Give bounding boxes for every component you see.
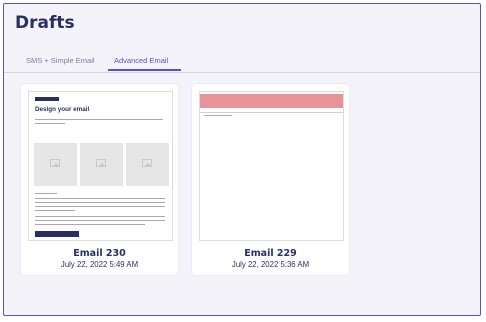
draft-card-email-230[interactable]: Design your email Email 230 July 22, 202… [21, 84, 178, 275]
preview-image-placeholder [126, 143, 169, 186]
preview-divider [200, 112, 343, 113]
active-tab-indicator [108, 69, 181, 71]
preview-text-line [35, 224, 145, 225]
image-icon [50, 159, 60, 167]
preview-image-placeholder [34, 143, 77, 186]
preview-banner [200, 94, 343, 108]
preview-text-line [35, 123, 65, 124]
preview-image-placeholder [80, 143, 123, 186]
preview-text-line [35, 220, 165, 221]
page-title: Drafts [15, 13, 75, 33]
draft-card-email-229[interactable]: Email 229 July 22, 2022 5:36 AM [192, 84, 349, 275]
email-preview-thumbnail [199, 91, 344, 241]
tab-advanced-email[interactable]: Advanced Email [114, 56, 168, 65]
preview-heading: Design your email [35, 106, 90, 113]
tab-bar: SMS + Simple Email Advanced Email [4, 50, 480, 73]
image-icon [142, 159, 152, 167]
preview-text-line [35, 198, 165, 199]
preview-top-bar [35, 97, 59, 101]
image-icon [96, 159, 106, 167]
preview-text-line [35, 216, 165, 217]
preview-text-line [35, 202, 165, 203]
tab-sms-simple-email[interactable]: SMS + Simple Email [26, 56, 95, 65]
draft-name: Email 229 [244, 248, 297, 259]
preview-text-line [35, 193, 57, 194]
preview-text-line [35, 119, 163, 120]
preview-text-line [204, 115, 232, 116]
draft-date: July 22, 2022 5:49 AM [60, 260, 139, 269]
preview-text-line [35, 206, 165, 207]
preview-cta-button [35, 231, 79, 237]
draft-date: July 22, 2022 5:36 AM [231, 260, 310, 269]
draft-name: Email 230 [73, 248, 126, 259]
drafts-panel: Drafts SMS + Simple Email Advanced Email… [3, 3, 481, 316]
email-preview-thumbnail: Design your email [28, 91, 173, 241]
preview-text-line [35, 210, 75, 211]
